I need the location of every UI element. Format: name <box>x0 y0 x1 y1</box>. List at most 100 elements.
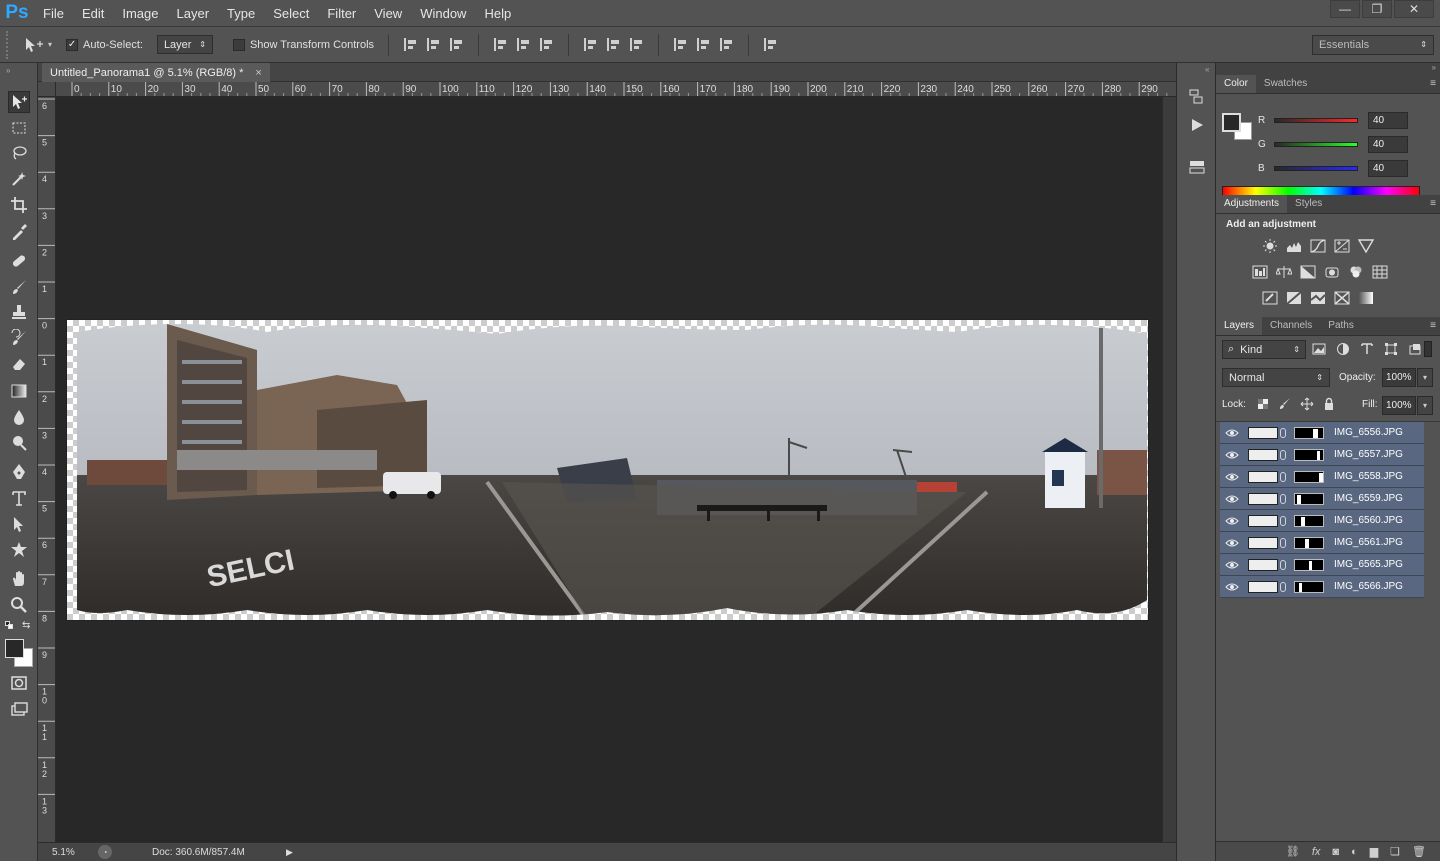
lasso-tool[interactable] <box>8 142 30 164</box>
vertical-scrollbar[interactable] <box>1162 97 1176 842</box>
filter-toggle-switch[interactable] <box>1424 341 1432 357</box>
tab-paths[interactable]: Paths <box>1320 317 1362 335</box>
zoom-tool[interactable] <box>8 594 30 616</box>
channel-mixer-icon[interactable] <box>1348 265 1364 279</box>
default-colors-icon[interactable] <box>5 621 13 629</box>
photo-filter-icon[interactable] <box>1324 265 1340 279</box>
blue-value-input[interactable]: 40 <box>1368 159 1408 177</box>
layer-row[interactable]: IMG_6558.JPG <box>1220 466 1424 488</box>
invert-icon[interactable] <box>1262 291 1278 305</box>
filter-adjustment-icon[interactable] <box>1336 342 1350 356</box>
panel-menu-icon[interactable]: ≡ <box>1430 198 1436 209</box>
menu-type[interactable]: Type <box>218 0 264 27</box>
curves-icon[interactable] <box>1310 239 1326 253</box>
mask-link-icon[interactable] <box>1280 449 1286 460</box>
layer-row[interactable]: IMG_6560.JPG <box>1220 510 1424 532</box>
quick-selection-tool[interactable] <box>8 168 30 190</box>
eyedropper-tool[interactable] <box>8 221 30 243</box>
layer-name[interactable]: IMG_6557.JPG <box>1334 449 1403 460</box>
menu-filter[interactable]: Filter <box>318 0 365 27</box>
tab-swatches[interactable]: Swatches <box>1255 75 1316 93</box>
layer-mask-thumbnail[interactable] <box>1294 536 1324 549</box>
tab-color[interactable]: Color <box>1216 75 1256 93</box>
canvas-area[interactable]: SELCI <box>56 97 1162 842</box>
path-selection-tool[interactable] <box>8 513 30 535</box>
status-info-icon[interactable]: ◔ <box>98 845 112 859</box>
layer-name[interactable]: IMG_6558.JPG <box>1334 471 1403 482</box>
ruler-origin[interactable] <box>38 82 56 97</box>
layer-mask-thumbnail[interactable] <box>1294 426 1324 439</box>
align-bottom-icon[interactable] <box>450 38 463 51</box>
status-menu-arrow-icon[interactable]: ▶ <box>286 847 293 858</box>
filter-shape-icon[interactable] <box>1384 342 1398 356</box>
layer-row[interactable]: IMG_6556.JPG <box>1220 422 1424 444</box>
eraser-tool[interactable] <box>8 353 30 375</box>
auto-select-dropdown[interactable]: Layer ⇕ <box>156 35 213 54</box>
dodge-tool[interactable] <box>8 432 30 454</box>
custom-shape-tool[interactable] <box>8 539 30 561</box>
threshold-icon[interactable] <box>1310 291 1326 305</box>
menu-help[interactable]: Help <box>475 0 520 27</box>
collapse-panels-icon[interactable]: » <box>1432 63 1436 72</box>
minimize-button[interactable]: — <box>1330 0 1360 18</box>
visibility-eye-icon[interactable] <box>1220 450 1244 460</box>
posterize-icon[interactable] <box>1286 291 1302 305</box>
color-lookup-icon[interactable] <box>1372 265 1388 279</box>
green-value-input[interactable]: 40 <box>1368 135 1408 153</box>
gradient-map-icon[interactable] <box>1358 291 1374 305</box>
panorama-image[interactable]: SELCI <box>66 319 1149 621</box>
filter-type-icon[interactable] <box>1360 342 1374 356</box>
align-right-icon[interactable] <box>540 38 553 51</box>
tab-styles[interactable]: Styles <box>1287 195 1331 213</box>
mask-link-icon[interactable] <box>1280 493 1286 504</box>
hue-saturation-icon[interactable] <box>1252 265 1268 279</box>
crop-tool[interactable] <box>8 194 30 216</box>
visibility-eye-icon[interactable] <box>1220 472 1244 482</box>
align-top-icon[interactable] <box>404 38 417 51</box>
visibility-eye-icon[interactable] <box>1220 582 1244 592</box>
layer-mask-thumbnail[interactable] <box>1294 558 1324 571</box>
link-layers-icon[interactable]: ⛓ <box>1286 845 1300 858</box>
show-transform-checkbox[interactable] <box>232 38 245 51</box>
new-adjustment-icon[interactable]: ◐ <box>1351 846 1358 858</box>
clone-stamp-tool[interactable] <box>8 301 30 323</box>
mask-link-icon[interactable] <box>1280 581 1286 592</box>
zoom-level[interactable]: 5.1% <box>52 847 92 858</box>
expand-panels-icon[interactable]: « <box>1205 65 1209 74</box>
align-vcenter-icon[interactable] <box>427 38 440 51</box>
tool-preset-picker[interactable]: ▾ <box>24 37 52 53</box>
layer-row[interactable]: IMG_6566.JPG <box>1220 576 1424 598</box>
fill-input[interactable]: 100% <box>1382 396 1416 415</box>
layer-name[interactable]: IMG_6566.JPG <box>1334 581 1403 592</box>
panel-menu-icon[interactable]: ≡ <box>1430 78 1436 89</box>
distribute-hcenter-icon[interactable] <box>697 38 710 51</box>
brightness-contrast-icon[interactable] <box>1262 239 1278 253</box>
layer-name[interactable]: IMG_6556.JPG <box>1334 427 1403 438</box>
foreground-color-swatch[interactable] <box>5 639 24 658</box>
menu-layer[interactable]: Layer <box>168 0 219 27</box>
mask-link-icon[interactable] <box>1280 427 1286 438</box>
visibility-eye-icon[interactable] <box>1220 538 1244 548</box>
tab-channels[interactable]: Channels <box>1262 317 1321 335</box>
distribute-bottom-icon[interactable] <box>630 38 643 51</box>
auto-select-checkbox[interactable]: ✓ <box>66 38 79 51</box>
history-brush-tool[interactable] <box>8 327 30 349</box>
color-foreground-swatch[interactable] <box>1222 113 1241 132</box>
hand-tool[interactable] <box>8 568 30 590</box>
workspace-switcher[interactable]: Essentials ⇕ <box>1312 34 1434 55</box>
layer-row[interactable]: IMG_6557.JPG <box>1220 444 1424 466</box>
new-group-icon[interactable]: ▆ <box>1370 845 1378 858</box>
distribute-left-icon[interactable] <box>674 38 687 51</box>
levels-icon[interactable] <box>1286 239 1302 253</box>
screen-mode-button[interactable] <box>8 698 30 720</box>
filter-smart-object-icon[interactable] <box>1408 342 1422 356</box>
visibility-eye-icon[interactable] <box>1220 428 1244 438</box>
lock-image-icon[interactable] <box>1278 397 1292 411</box>
quick-mask-button[interactable] <box>8 672 30 694</box>
lock-position-icon[interactable] <box>1300 397 1314 411</box>
blend-mode-dropdown[interactable]: Normal ⇕ <box>1222 368 1330 387</box>
selective-color-icon[interactable] <box>1334 291 1350 305</box>
collapse-arrows-icon[interactable]: » <box>6 66 10 75</box>
menu-select[interactable]: Select <box>264 0 318 27</box>
vertical-ruler[interactable]: 654321012345678910111213 <box>38 97 56 842</box>
